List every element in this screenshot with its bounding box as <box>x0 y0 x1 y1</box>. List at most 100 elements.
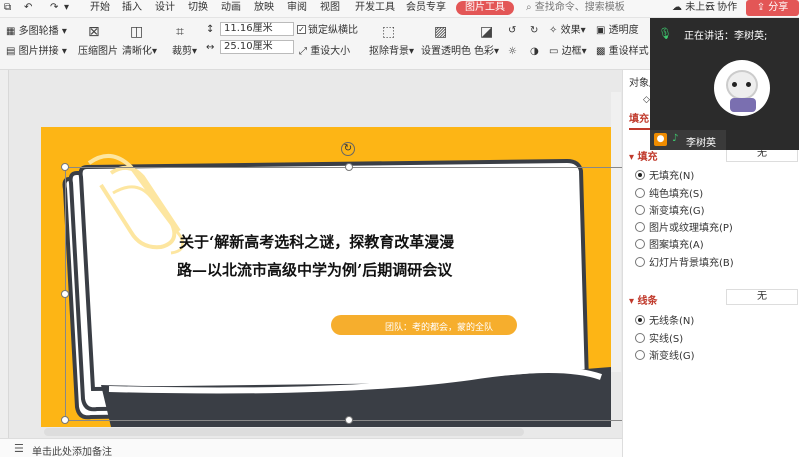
collage-icon: ▤ <box>6 46 16 57</box>
panel-back-icon[interactable]: ◇ <box>643 94 650 107</box>
search-box[interactable]: ⌕ 查找命令、搜索模板 <box>526 1 652 15</box>
carousel-icon: ▦ <box>6 26 16 37</box>
fill-option-pattern[interactable]: 图案填充(A) <box>635 239 704 252</box>
tab-slideshow[interactable]: 放映 <box>254 1 274 15</box>
radio-selected-icon <box>635 170 645 180</box>
transparency-icon: ▣ <box>596 25 606 36</box>
resize-button[interactable]: ⤢ 重设大小 <box>299 45 350 58</box>
vertical-ruler <box>0 70 9 440</box>
tab-fill[interactable]: 填充 <box>629 113 649 126</box>
mic-icon: 🎙 <box>658 27 672 40</box>
tab-transition[interactable]: 切换 <box>188 1 208 15</box>
compress-button[interactable]: 压缩图片 <box>78 45 118 58</box>
tab-view[interactable]: 视图 <box>320 1 340 15</box>
speaking-label: 正在讲话：李树英; <box>684 31 768 42</box>
fill-option-picture[interactable]: 图片或纹理填充(P) <box>635 222 733 235</box>
resize-handle-bl[interactable] <box>61 416 69 424</box>
brightness-icon[interactable]: ☼ <box>508 45 517 58</box>
reset-style-icon: ▩ <box>596 46 606 57</box>
tab-review[interactable]: 审阅 <box>287 1 307 15</box>
share-button[interactable]: ⇪ 分享 <box>746 0 799 16</box>
radio-icon <box>635 239 645 249</box>
notes-placeholder[interactable]: 单击此处添加备注 <box>32 443 112 458</box>
border-button[interactable]: ▭ 边框▾ <box>549 45 587 58</box>
app-logo-icon[interactable]: ⧉ <box>4 1 11 15</box>
transparency-button[interactable]: ▣ 透明度 <box>596 24 639 37</box>
tab-start[interactable]: 开始 <box>90 1 110 15</box>
resize-handle-b[interactable] <box>345 416 353 424</box>
width-input[interactable]: 25.10厘米 <box>220 40 294 54</box>
notes-icon: ☰ <box>14 442 24 455</box>
slide[interactable]: 关于‘解新高考选科之谜，探教育改革漫漫 路—以北流市高级中学为例’后期调研会议 … <box>41 127 611 427</box>
line-option-solid[interactable]: 实线(S) <box>635 333 683 346</box>
height-icon: ↕ <box>206 24 215 35</box>
collab-icon: ⚇ <box>705 2 714 13</box>
resize-handle-t[interactable] <box>345 163 353 171</box>
pic-collage-button[interactable]: ▤ 图片拼接 ▾ <box>6 45 67 58</box>
radio-selected-icon <box>635 315 645 325</box>
slide-title-line2[interactable]: 路—以北流市高级中学为例’后期调研会议 <box>177 259 452 280</box>
tab-animation[interactable]: 动画 <box>221 1 241 15</box>
resize-handle-tl[interactable] <box>61 163 69 171</box>
fill-option-solid[interactable]: 纯色填充(S) <box>635 188 703 201</box>
tab-insert[interactable]: 插入 <box>122 1 142 15</box>
checkmark-icon: ✓ <box>297 24 306 34</box>
meeting-overlay[interactable]: 🎙 正在讲话：李树英; ● ♪ 李树英 <box>650 18 799 150</box>
avatar <box>714 60 770 116</box>
line-section-title[interactable]: ▾ 线条 <box>629 292 658 307</box>
multi-carousel-button[interactable]: ▦ 多图轮播 ▾ <box>6 25 67 38</box>
slide-title-line1[interactable]: 关于‘解新高考选科之谜，探教育改革漫漫 <box>179 231 454 252</box>
share-icon: ⇪ <box>756 2 766 13</box>
color-icon: ◪ <box>480 24 494 40</box>
sharpen-button[interactable]: 清晰化▾ <box>122 45 157 58</box>
cloud-icon: ☁ <box>672 2 682 13</box>
fill-option-gradient[interactable]: 渐变填充(G) <box>635 205 705 218</box>
resize-icon: ⤢ <box>299 46 307 57</box>
vertical-scrollbar[interactable] <box>611 92 621 372</box>
tab-picture-tools[interactable]: 图片工具 <box>456 1 514 15</box>
undo-icon[interactable]: ↶ <box>24 1 32 15</box>
horizontal-scrollbar[interactable] <box>44 428 524 436</box>
redo-icon[interactable]: ↷ <box>50 1 58 15</box>
crop-button[interactable]: 裁剪▾ <box>172 45 197 58</box>
notes-bar[interactable]: ☰ 单击此处添加备注 <box>0 438 622 458</box>
user-icon: ● <box>654 133 667 146</box>
radio-icon <box>635 257 645 267</box>
crop-icon: ⌗ <box>176 24 184 40</box>
fill-section-title[interactable]: ▾ 填充 <box>629 148 658 163</box>
height-input[interactable]: 11.16厘米 <box>220 22 294 36</box>
line-value-box[interactable]: 无 <box>726 289 798 305</box>
tab-developer[interactable]: 开发工具 <box>355 1 395 15</box>
set-transparent-button[interactable]: 设置透明色 <box>421 45 471 58</box>
compress-icon: ⊠ <box>88 24 100 40</box>
fill-option-slide-bg[interactable]: 幻灯片背景填充(B) <box>635 257 734 270</box>
effect-icon: ✧ <box>549 25 558 36</box>
line-option-gradient[interactable]: 渐变线(G) <box>635 350 695 363</box>
slide-team-label[interactable]: 团队：考的都会，蒙的全队 <box>385 320 493 333</box>
search-icon: ⌕ <box>526 2 532 13</box>
more-icon[interactable]: ▾ <box>64 1 69 15</box>
width-icon: ↔ <box>206 42 215 53</box>
remove-bg-button[interactable]: 抠除背景▾ <box>369 45 414 58</box>
resize-handle-l[interactable] <box>61 290 69 298</box>
mic-small-icon: ♪ <box>672 133 679 144</box>
radio-icon <box>635 188 645 198</box>
remove-bg-icon: ⬚ <box>382 24 396 40</box>
rotate-right-icon[interactable]: ↻ <box>530 24 538 37</box>
color-button[interactable]: 色彩▾ <box>474 45 499 58</box>
fill-option-none[interactable]: 无填充(N) <box>635 170 694 183</box>
rotate-handle-icon[interactable]: ↻ <box>341 142 355 156</box>
reset-style-button[interactable]: ▩ 重设样式 <box>596 45 649 58</box>
transparent-color-icon: ▨ <box>434 24 448 40</box>
collab-button[interactable]: ⚇ 协作 <box>705 1 737 15</box>
tab-member[interactable]: 会员专享 <box>406 1 446 15</box>
effect-button[interactable]: ✧ 效果▾ <box>549 24 586 37</box>
lock-ratio-checkbox[interactable]: ✓ 锁定纵横比 <box>297 24 358 37</box>
contrast-icon[interactable]: ◑ <box>530 45 539 58</box>
line-option-none[interactable]: 无线条(N) <box>635 315 694 328</box>
tab-design[interactable]: 设计 <box>155 1 175 15</box>
border-icon: ▭ <box>549 46 559 57</box>
rotate-left-icon[interactable]: ↺ <box>508 24 516 37</box>
radio-icon <box>635 205 645 215</box>
radio-icon <box>635 333 645 343</box>
